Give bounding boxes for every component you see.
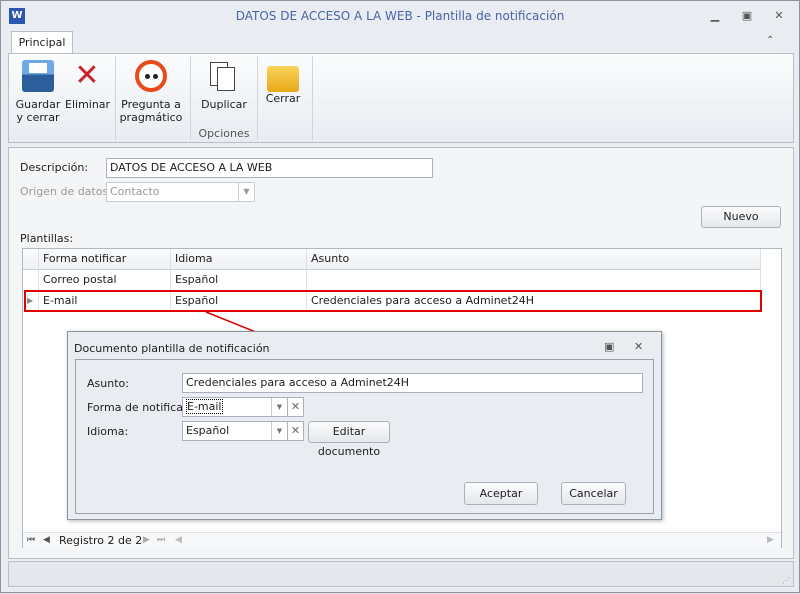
dialog-body: Asunto: Credenciales para acceso a Admin… bbox=[75, 359, 654, 514]
subject-label: Asunto: bbox=[87, 377, 129, 390]
edit-document-button[interactable]: Editar documento bbox=[308, 421, 390, 458]
notify-method-value: E-mail bbox=[186, 399, 223, 414]
accept-button[interactable]: Aceptar bbox=[464, 482, 538, 505]
clear-language-icon[interactable]: ✕ bbox=[287, 421, 304, 441]
cancel-button[interactable]: Cancelar bbox=[561, 482, 626, 505]
chevron-down-icon[interactable]: ▼ bbox=[271, 422, 287, 440]
notify-method-label: Forma de notificar: bbox=[87, 401, 192, 414]
dialog-title: Documento plantilla de notificación bbox=[74, 342, 270, 355]
status-bar: ⋰ bbox=[8, 561, 794, 587]
main-window: W DATOS DE ACCESO A LA WEB - Plantilla d… bbox=[0, 0, 800, 593]
chevron-down-icon[interactable]: ▼ bbox=[271, 398, 287, 416]
language-value: Español bbox=[186, 424, 230, 437]
dialog-restore-button[interactable]: ▣ bbox=[604, 340, 614, 353]
clear-notify-method-icon[interactable]: ✕ bbox=[287, 397, 304, 417]
subject-input[interactable]: Credenciales para acceso a Adminet24H bbox=[182, 373, 643, 393]
dialog-close-button[interactable]: ✕ bbox=[634, 340, 643, 353]
template-dialog: Documento plantilla de notificación ▣ ✕ … bbox=[67, 331, 662, 520]
language-select[interactable]: Español ▼ bbox=[182, 421, 288, 441]
language-label: Idioma: bbox=[87, 425, 129, 438]
resize-grip-icon[interactable]: ⋰ bbox=[782, 576, 790, 585]
notify-method-select[interactable]: E-mail ▼ bbox=[182, 397, 288, 417]
